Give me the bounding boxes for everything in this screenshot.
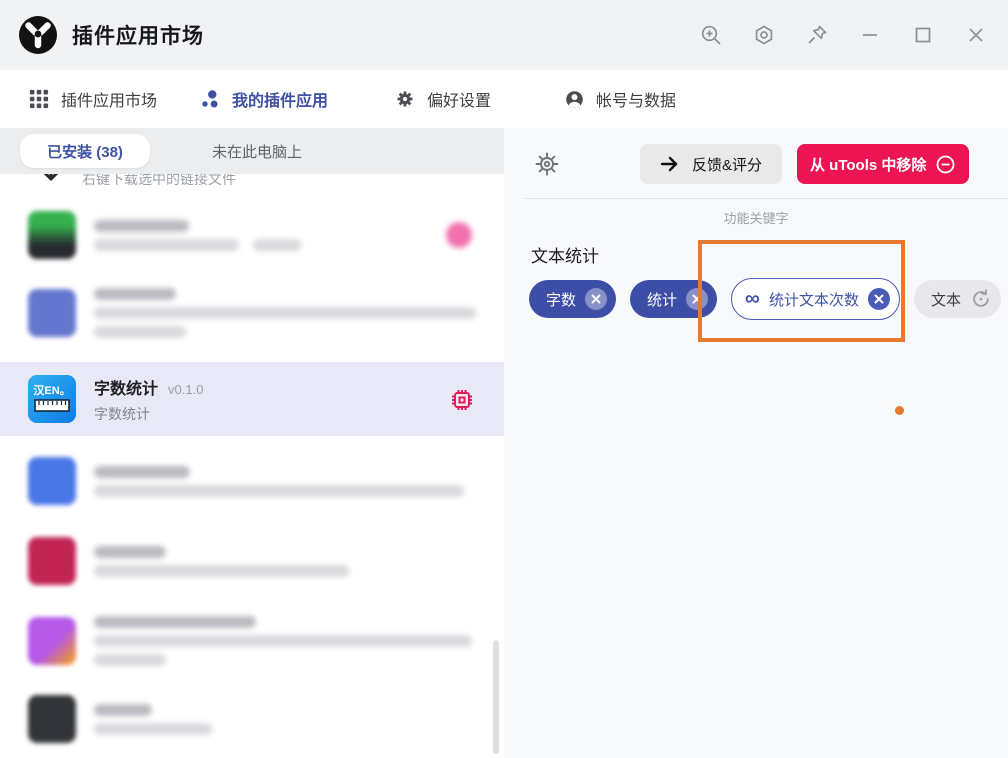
plugin-name: 字数统计 (94, 375, 158, 399)
keyword-label: 统计 (647, 289, 677, 310)
pin-icon[interactable] (803, 21, 831, 49)
plugin-list-item-clipped[interactable]: 右键下载选中的链接文件 (0, 174, 504, 198)
keyword-chip[interactable]: 字数 (529, 280, 616, 318)
utools-logo-icon (18, 15, 58, 55)
plugin-list-item[interactable] (0, 444, 504, 518)
tab-label: 帐号与数据 (596, 87, 676, 111)
plugin-description: 字数统计 (94, 404, 480, 424)
divider (524, 198, 1008, 199)
tab-label: 插件应用市场 (61, 87, 157, 111)
subtab-bar: 已安装 (38) 未在此电脑上 (0, 128, 504, 174)
installed-plugins-panel: 已安装 (38) 未在此电脑上 右键下载选中的链接文件 (0, 128, 504, 758)
close-icon[interactable] (962, 21, 990, 49)
tab-account-data[interactable]: 帐号与数据 (563, 87, 676, 111)
zoom-in-icon[interactable] (697, 21, 725, 49)
annotation-dot (895, 406, 904, 415)
remove-from-utools-button[interactable]: 从 uTools 中移除 (797, 144, 969, 184)
keywords-section-header: 功能关键字 (504, 208, 1008, 227)
tab-my-plugins[interactable]: 我的插件应用 (199, 87, 328, 111)
tab-preferences[interactable]: 偏好设置 (394, 87, 491, 111)
restore-history-icon[interactable] (970, 288, 992, 310)
subtab-installed[interactable]: 已安装 (38) (20, 134, 150, 168)
plugin-settings-gear-icon[interactable] (534, 151, 560, 177)
plugin-icon (28, 617, 76, 665)
plugin-icon (28, 695, 76, 743)
feedback-button-label: 反馈&评分 (692, 154, 762, 175)
keyword-chip-disabled[interactable]: 文本 (914, 280, 1001, 318)
download-icon (34, 174, 68, 196)
plugin-icon (28, 537, 76, 585)
notification-badge (446, 222, 472, 248)
feedback-rating-button[interactable]: 反馈&评分 (640, 144, 782, 184)
tab-plugin-market[interactable]: 插件应用市场 (28, 87, 157, 111)
dots-cluster-icon (199, 88, 221, 110)
plugin-list-item[interactable] (0, 524, 504, 598)
remove-button-label: 从 uTools 中移除 (810, 154, 926, 175)
gear-icon (394, 88, 416, 110)
plugin-list-item-selected[interactable]: 汉EN。 字数统计 v0.1.0 字数统计 (0, 362, 504, 436)
maximize-icon[interactable] (909, 21, 937, 49)
minimize-icon[interactable] (856, 21, 884, 49)
plugin-icon (28, 457, 76, 505)
remove-keyword-icon[interactable] (585, 288, 607, 310)
plugin-icon (28, 211, 76, 259)
plugin-detail-panel: 反馈&评分 从 uTools 中移除 功能关键字 文本统计 字数 统计 ∞ 统计… (504, 128, 1008, 758)
plugin-version: v0.1.0 (168, 382, 203, 397)
tab-label: 我的插件应用 (232, 87, 328, 111)
keyword-label: 字数 (546, 289, 576, 310)
user-icon (563, 88, 585, 110)
plugin-list-item[interactable] (0, 198, 504, 272)
plugin-icon (28, 289, 76, 337)
wordcount-plugin-icon: 汉EN。 (28, 375, 76, 423)
arrow-right-icon (660, 154, 680, 174)
scrollbar-thumb[interactable] (493, 640, 499, 754)
subtab-not-on-this-pc[interactable]: 未在此电脑上 (212, 141, 302, 162)
titlebar: 插件应用市场 (0, 0, 1008, 70)
plugin-list-item[interactable] (0, 272, 504, 354)
plugin-icon-text: 汉EN。 (33, 386, 70, 397)
annotation-rectangle (698, 240, 905, 342)
ruler-icon (34, 399, 70, 412)
window-title: 插件应用市场 (72, 20, 204, 50)
plugin-list-item[interactable] (0, 682, 504, 756)
developer-chip-icon[interactable] (450, 388, 474, 412)
tab-label: 偏好设置 (427, 87, 491, 111)
nav-tabbar: 插件应用市场 我的插件应用 偏好设置 (0, 70, 1008, 128)
plugin-description: 右键下载选中的链接文件 (82, 174, 236, 189)
plugin-list-item[interactable] (0, 604, 504, 678)
theme-settings-icon[interactable] (750, 21, 778, 49)
grid-icon (28, 88, 50, 110)
minus-circle-icon (935, 154, 956, 175)
keyword-label: 文本 (931, 289, 961, 310)
